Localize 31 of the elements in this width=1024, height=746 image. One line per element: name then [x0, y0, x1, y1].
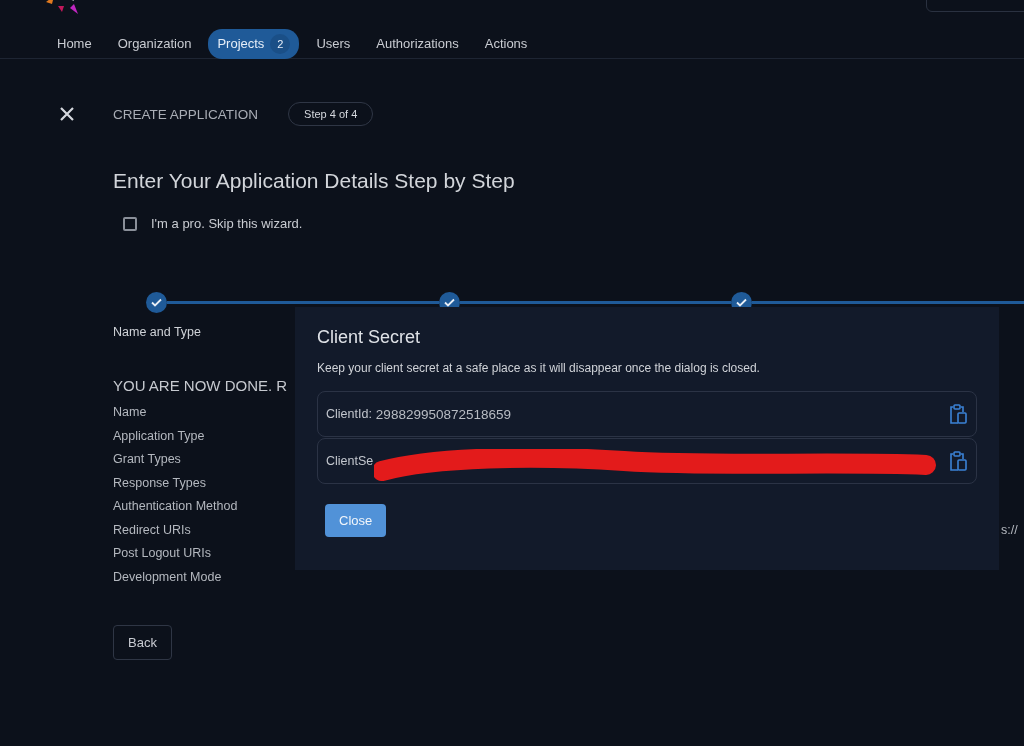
nav-tab[interactable]: Actions [475, 31, 537, 56]
field-label: ClientSe [326, 454, 374, 468]
clipboard-icon[interactable] [948, 450, 968, 472]
nav-tab[interactable]: Organization [108, 31, 201, 56]
wizard-title: CREATE APPLICATION [113, 106, 259, 122]
count-badge: 2 [270, 33, 291, 54]
nav-tab[interactable]: Authorizations [367, 31, 468, 56]
field-label: ClientId: [326, 407, 372, 421]
summary-title: YOU ARE NOW DONE. R [113, 377, 289, 394]
dialog-title: Client Secret [317, 327, 422, 348]
back-button[interactable]: Back [113, 625, 172, 660]
checkbox[interactable] [123, 216, 137, 231]
checkbox-label: I'm a pro. Skip this wizard. [151, 216, 303, 231]
clipboard-icon[interactable] [948, 403, 968, 425]
dialog-message: Keep your client secret at a safe place as it will disappear once the dialog is closed. [317, 361, 761, 375]
summary-label: Grant Types [113, 452, 181, 468]
nav-tab[interactable]: Projects 2 [208, 28, 300, 59]
summary-label: Post Logout URIs [113, 546, 211, 562]
page-heading: Enter Your Application Details Step by Step [113, 169, 516, 193]
nav-tab[interactable]: Users [307, 31, 360, 56]
summary-value: s:// [1001, 522, 1018, 539]
summary-label: Application Type [113, 428, 205, 445]
summary-label: Development Mode [113, 569, 222, 586]
close-icon[interactable] [58, 105, 76, 123]
summary-label: Authentication Method [113, 499, 238, 515]
field-value: 298829950872518659 [375, 406, 511, 422]
step-label: Name and Type [113, 325, 202, 339]
summary-label: Redirect URIs [113, 522, 191, 539]
summary-label: Name [113, 405, 147, 421]
nav-tab[interactable]: Home [48, 31, 101, 56]
summary-label: Response Types [113, 475, 206, 492]
